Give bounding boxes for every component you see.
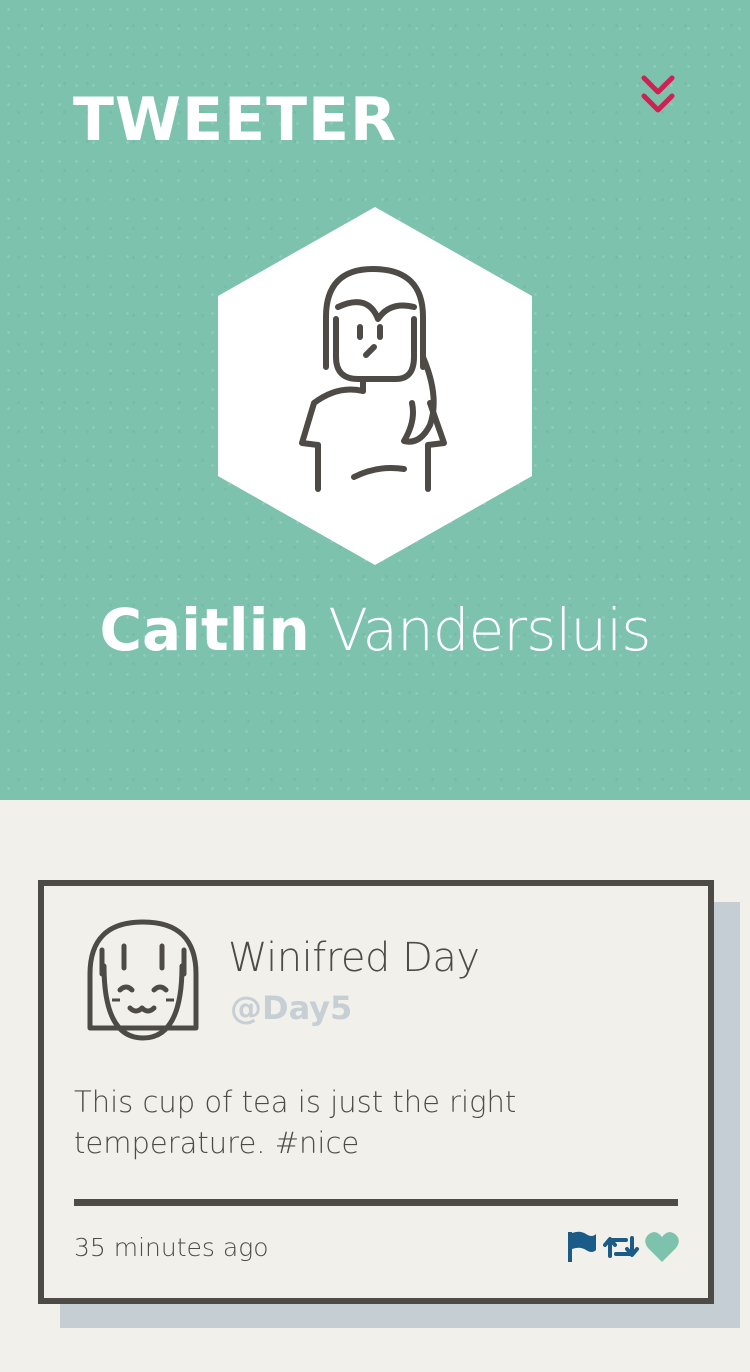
like-button[interactable]: [644, 1230, 680, 1268]
app-logo: TWEETER: [73, 85, 398, 155]
tweet-card: Winifred Day @Day5 This cup of tea is ju…: [38, 880, 714, 1304]
profile-last-name: Vandersluis: [328, 596, 651, 664]
flag-button[interactable]: [566, 1230, 598, 1268]
tweet-text: This cup of tea is just the right temper…: [74, 1085, 517, 1160]
retweet-icon: [603, 1236, 639, 1258]
menu-toggle-button[interactable]: [636, 72, 680, 124]
retweet-button[interactable]: [602, 1230, 640, 1268]
tweet-author-handle[interactable]: @Day5: [230, 986, 352, 1030]
tweet-author-name[interactable]: Winifred Day: [228, 930, 480, 986]
tweet-actions: [566, 1230, 680, 1268]
profile-name: Caitlin Vandersluis: [0, 588, 750, 672]
profile-header: TWEETER Caitlin Vandersluis: [0, 0, 750, 800]
tweet-divider: [74, 1199, 678, 1206]
heart-icon: [645, 1232, 679, 1262]
profile-avatar: [218, 207, 532, 565]
profile-first-name: Caitlin: [99, 596, 310, 664]
girl-avatar-icon: [87, 919, 199, 1041]
author-avatar[interactable]: [84, 916, 202, 1046]
tweet-timestamp: 35 minutes ago: [74, 1233, 269, 1262]
flag-icon: [568, 1231, 596, 1262]
double-chevron-down-icon: [641, 75, 675, 113]
